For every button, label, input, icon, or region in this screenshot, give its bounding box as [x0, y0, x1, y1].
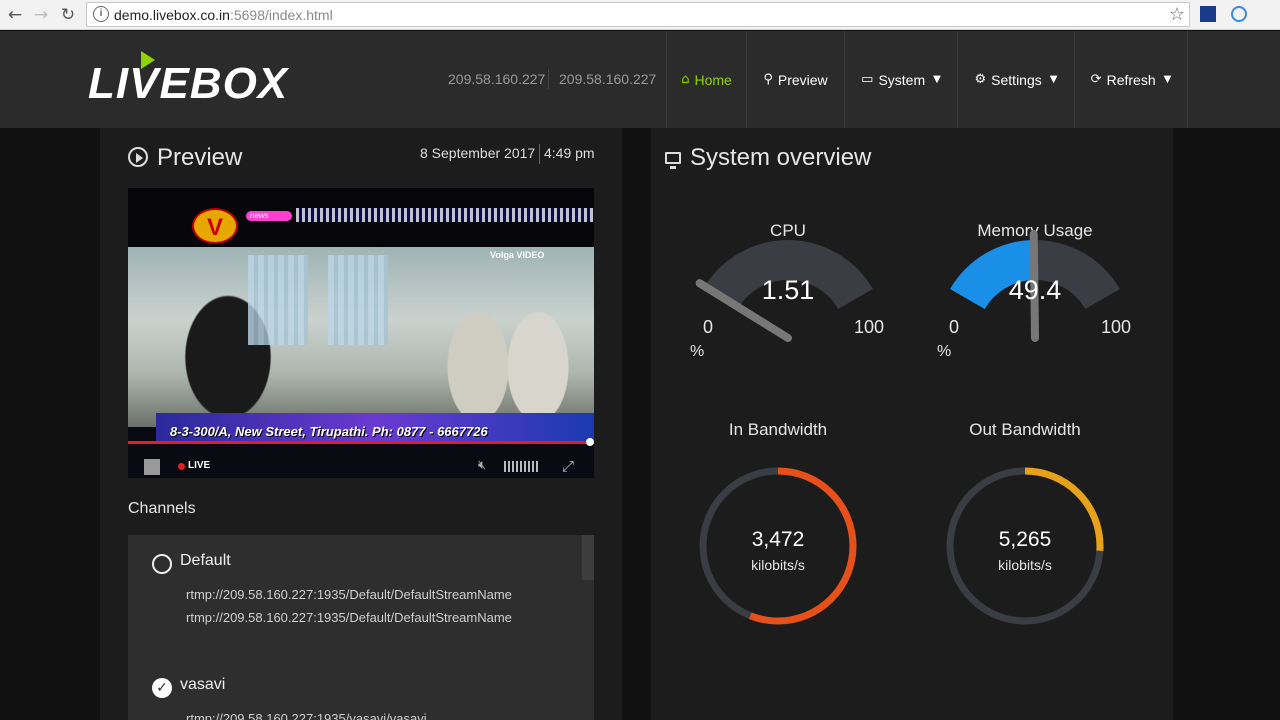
nav-system-label: System: [878, 71, 926, 88]
extension-clapper-icon[interactable]: [1200, 6, 1216, 22]
preview-title: Preview: [157, 144, 243, 171]
reload-icon[interactable]: ↻: [57, 4, 79, 26]
channel-check-vasavi-icon[interactable]: ✓: [152, 678, 172, 698]
channel-list[interactable]: Default rtmp://209.58.160.227:1935/Defau…: [128, 535, 594, 720]
channel-name-vasavi[interactable]: vasavi: [180, 676, 225, 694]
channel-list-scrollbar[interactable]: [582, 535, 594, 580]
system-overview-panel: System overview CPU 1.51 0 100 % Memory …: [651, 128, 1173, 720]
cpu-gauge-max: 100: [854, 317, 885, 337]
video-frame: [128, 247, 594, 427]
chevron-down-icon: ▼: [1049, 74, 1058, 85]
forward-icon[interactable]: →: [30, 4, 52, 26]
monitor-icon: [665, 152, 681, 169]
nav-refresh-label: Refresh: [1106, 71, 1156, 88]
nav-preview[interactable]: ⚲ Preview: [746, 31, 844, 128]
ip-divider: [548, 69, 549, 89]
live-label: LIVE: [188, 460, 211, 471]
chevron-down-icon: ▼: [933, 74, 941, 85]
volume-mute-icon[interactable]: 🔇︎: [478, 458, 486, 473]
video-watermark: Volga VIDEO: [490, 250, 545, 260]
nav-settings[interactable]: ⚙ Settings ▼: [957, 31, 1074, 128]
in-bandwidth-unit: kilobits/s: [751, 557, 805, 573]
cpu-gauge-unit: %: [690, 343, 705, 360]
memory-gauge-max: 100: [1101, 317, 1132, 337]
channel-url: rtmp://209.58.160.227:1935/vasavi/vasavi: [186, 711, 427, 720]
date-time-divider: [539, 144, 540, 164]
fullscreen-icon[interactable]: ⤢: [562, 457, 574, 475]
url-text[interactable]: demo.livebox.co.in:5698/index.html: [114, 7, 333, 23]
logo-play-icon: [141, 51, 155, 69]
browser-toolbar: ← → ↻ i demo.livebox.co.in:5698/index.ht…: [0, 0, 1280, 30]
nav-refresh[interactable]: ⟳ Refresh ▼: [1074, 31, 1188, 128]
info-icon[interactable]: i: [93, 6, 109, 22]
stop-icon[interactable]: [144, 459, 160, 475]
channels-heading: Channels: [128, 500, 196, 517]
channel-radio-default[interactable]: [152, 554, 172, 574]
video-progress-knob[interactable]: [586, 438, 594, 446]
video-player[interactable]: V news Volga VIDEO 8-3-300/A, New Street…: [128, 188, 594, 478]
bookmark-star-icon[interactable]: ☆: [1169, 4, 1185, 25]
play-circle-icon: [128, 147, 148, 167]
in-bandwidth-title: In Bandwidth: [728, 420, 828, 439]
address-bar[interactable]: i demo.livebox.co.in:5698/index.html ☆: [86, 2, 1190, 27]
cpu-gauge-value: 1.51: [761, 275, 815, 305]
volume-slider[interactable]: [504, 461, 540, 472]
video-caption: 8-3-300/A, New Street, Tirupathi. Ph: 08…: [170, 424, 488, 439]
preview-panel: Preview 8 September 2017 4:49 pm V news …: [100, 128, 622, 720]
refresh-icon: ⟳: [1090, 72, 1102, 87]
extension-circle-icon[interactable]: [1231, 6, 1247, 22]
livebox-logo[interactable]: LIVEBOX: [88, 59, 288, 109]
scene-curtain: [328, 255, 388, 345]
channel-name-default[interactable]: Default: [180, 552, 231, 570]
app-header: LIVEBOX 209.58.160.227 209.58.160.227 ⌂ …: [0, 31, 1280, 128]
gear-icon: ⚙: [974, 72, 987, 87]
channel-logo: V: [192, 208, 238, 244]
memory-gauge-min: 0: [949, 317, 960, 337]
nav-preview-label: Preview: [777, 71, 828, 88]
scene-curtain: [248, 255, 308, 345]
news-ticker: [296, 208, 594, 222]
desktop-icon: ▭: [861, 72, 874, 87]
nav-home[interactable]: ⌂ Home: [666, 31, 746, 128]
server-ip-1: 209.58.160.227: [448, 71, 546, 87]
memory-gauge-unit: %: [937, 343, 952, 360]
video-progress-fill: [128, 441, 594, 444]
in-bandwidth-value: 3,472: [751, 528, 805, 551]
search-icon: ⚲: [763, 72, 773, 87]
out-bandwidth-unit: kilobits/s: [998, 557, 1052, 573]
out-bandwidth-value: 5,265: [998, 528, 1052, 551]
back-icon[interactable]: ←: [4, 4, 26, 26]
nav-home-label: Home: [694, 71, 732, 88]
channel-url: rtmp://209.58.160.227:1935/Default/Defau…: [186, 587, 512, 602]
channel-url: rtmp://209.58.160.227:1935/Default/Defau…: [186, 610, 512, 625]
home-icon: ⌂: [681, 72, 690, 87]
video-progress-bar[interactable]: [128, 438, 594, 446]
news-tag: news: [246, 211, 292, 221]
url-path: :5698/index.html: [229, 7, 333, 23]
preview-date: 8 September 2017: [420, 145, 536, 161]
out-bandwidth-title: Out Bandwidth: [969, 420, 1081, 439]
live-dot-icon: [178, 463, 185, 470]
cpu-gauge-min: 0: [703, 317, 714, 337]
url-host: demo.livebox.co.in: [114, 7, 230, 23]
system-overview-title: System overview: [690, 144, 872, 171]
server-ip-2: 209.58.160.227: [559, 71, 657, 87]
nav-system[interactable]: ▭ System ▼: [844, 31, 957, 128]
chevron-down-icon: ▼: [1163, 74, 1172, 85]
preview-time: 4:49 pm: [544, 145, 595, 161]
nav-settings-label: Settings: [991, 71, 1042, 88]
memory-gauge-value: 49.4: [1008, 275, 1062, 305]
